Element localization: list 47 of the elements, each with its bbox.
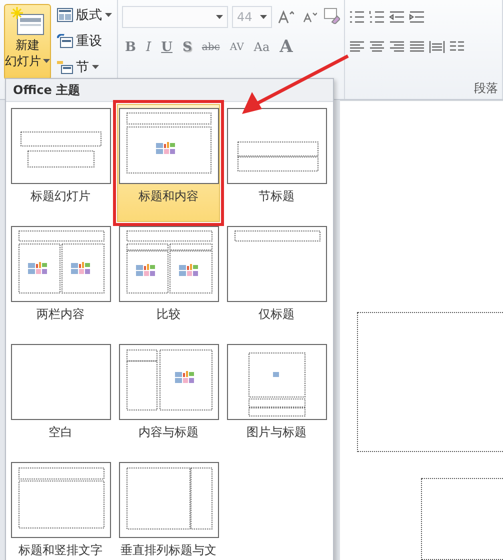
format-button[interactable]: B — [122, 36, 139, 58]
new-slide-button[interactable]: 新建 幻灯片 — [4, 4, 51, 80]
align-left-icon — [349, 40, 365, 54]
format-button[interactable]: Aa — [250, 36, 273, 58]
clear-format-button[interactable] — [324, 6, 340, 26]
align-center-icon — [369, 40, 385, 54]
caret-icon — [260, 15, 267, 19]
layout-option[interactable]: 图片与标题 — [225, 340, 328, 458]
font-name-field[interactable] — [122, 6, 228, 28]
new-slide-icon — [10, 7, 44, 37]
caret-icon — [92, 65, 99, 69]
section-icon — [57, 60, 73, 74]
increase-indent-icon — [409, 10, 425, 24]
shrink-font-icon — [303, 11, 317, 23]
layout-option[interactable]: 标题和竖排文字 — [9, 458, 112, 560]
format-button[interactable]: AV — [226, 36, 247, 58]
caret-icon — [43, 59, 50, 63]
ribbon-button[interactable]: 重设 — [55, 30, 114, 52]
format-button[interactable]: I — [143, 36, 154, 58]
align-right-icon — [389, 40, 405, 54]
eraser-icon — [324, 8, 340, 24]
format-button[interactable]: S — [179, 36, 195, 58]
menu-title: Office 主题 — [6, 79, 333, 102]
decrease-indent-icon — [389, 10, 405, 24]
layout-icon — [57, 8, 73, 22]
layout-option[interactable]: 比较 — [117, 222, 220, 340]
format-button[interactable]: abc — [198, 36, 223, 58]
bullets-icon — [349, 10, 365, 24]
caret-icon — [216, 15, 223, 19]
layout-option[interactable]: 标题幻灯片 — [9, 104, 112, 222]
group-label: 段落 — [474, 80, 498, 97]
ribbon-button[interactable]: 节 — [55, 56, 114, 78]
numbering-icon — [369, 10, 385, 24]
distributed-icon — [429, 40, 445, 54]
reset-icon — [57, 34, 73, 48]
format-button[interactable]: U — [158, 36, 176, 58]
justify-icon — [409, 40, 425, 54]
layout-option[interactable]: 内容与标题 — [117, 340, 220, 458]
layout-option[interactable]: 空白 — [9, 340, 112, 458]
layout-option[interactable]: 垂直排列标题与文 — [117, 458, 220, 560]
caret-icon — [105, 13, 112, 17]
layout-option[interactable]: 仅标题 — [225, 222, 328, 340]
grow-font-icon — [278, 10, 294, 24]
layout-option[interactable]: 节标题 — [225, 104, 328, 222]
ribbon-button[interactable]: 版式 — [55, 4, 114, 26]
layout-option[interactable]: 两栏内容 — [9, 222, 112, 340]
format-button[interactable]: A — [276, 36, 296, 58]
